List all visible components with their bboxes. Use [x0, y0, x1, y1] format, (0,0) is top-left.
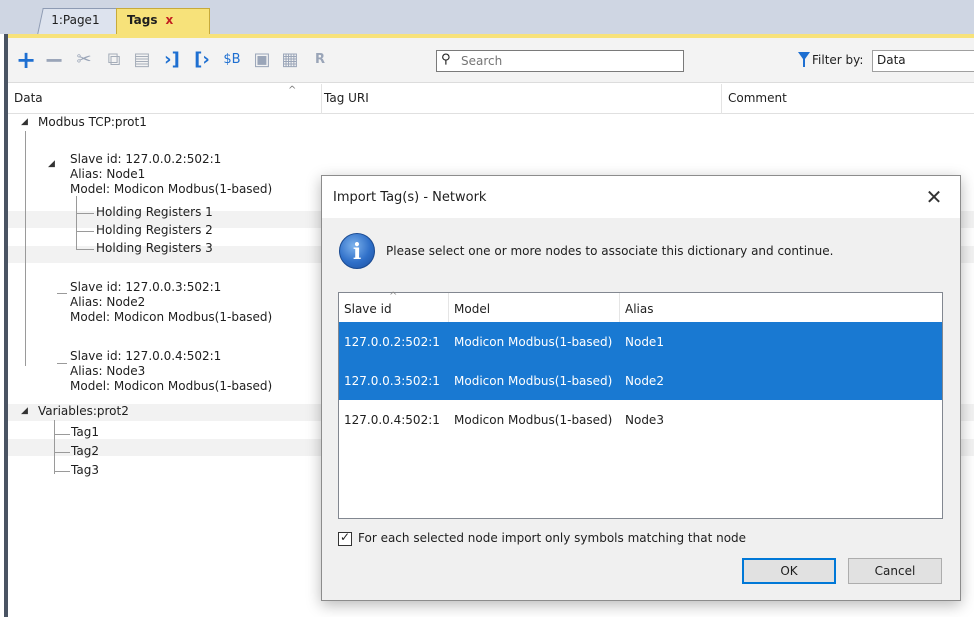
remove-icon[interactable]: − — [44, 48, 64, 72]
tree-line — [57, 293, 67, 294]
cancel-button[interactable]: Cancel — [848, 558, 942, 584]
tree-item-prot2[interactable]: Variables:prot2 — [38, 404, 129, 418]
check-icon: ✓ — [340, 530, 351, 544]
dialog-body: i Please select one or more nodes to ass… — [322, 218, 960, 600]
list-header: Slave id ^ Model Alias — [339, 291, 942, 323]
register-item[interactable]: Holding Registers 3 — [96, 241, 213, 255]
slave3-alias: Alias: Node3 — [70, 364, 146, 378]
header-alias[interactable]: Alias — [625, 302, 653, 316]
row-model: Modicon Modbus(1-based) — [454, 413, 613, 427]
search-input[interactable] — [459, 52, 679, 70]
tab-page1-label: 1:Page1 — [51, 13, 100, 27]
tab-close-icon[interactable]: x — [165, 13, 173, 27]
ok-button[interactable]: OK — [742, 558, 836, 584]
tab-strip: 1:Page1 Tags x — [0, 0, 974, 34]
column-uri[interactable]: Tag URI — [324, 91, 369, 105]
row-slave-id: 127.0.0.4:502:1 — [344, 413, 440, 427]
slave3-model: Model: Modicon Modbus(1-based) — [70, 379, 273, 393]
info-icon: i — [339, 233, 375, 269]
add-icon[interactable]: + — [16, 48, 36, 72]
header-model[interactable]: Model — [454, 302, 490, 316]
dialog-title: Import Tag(s) - Network — [333, 190, 487, 205]
row-slave-id: 127.0.0.2:502:1 — [344, 335, 440, 349]
row-alias: Node3 — [625, 413, 664, 427]
toolbar: + − ✂ ⧉ ▤ ›] [› $B ▣ ▦ R ⚲ Filter by: Da… — [8, 38, 974, 83]
tree-line — [54, 420, 55, 474]
expand-icon[interactable]: ◢ — [21, 117, 28, 127]
filter-icon — [798, 52, 810, 67]
slave2-alias: Alias: Node2 — [70, 295, 146, 309]
search-icon: ⚲ — [441, 52, 451, 67]
row-alias: Node2 — [625, 374, 664, 388]
copy-icon[interactable]: ⧉ — [104, 50, 124, 70]
column-separator[interactable] — [448, 293, 449, 323]
sort-caret-icon: ^ — [288, 85, 297, 96]
tab-tags-label: Tags — [127, 13, 158, 27]
tree-line — [54, 434, 70, 435]
rename-icon[interactable]: $B — [222, 50, 242, 70]
expand-icon[interactable]: ◢ — [48, 159, 55, 169]
row-slave-id: 127.0.0.3:502:1 — [344, 374, 440, 388]
slave1-model: Model: Modicon Modbus(1-based) — [70, 182, 273, 196]
slave3-id[interactable]: Slave id: 127.0.0.4:502:1 — [70, 349, 221, 363]
cut-icon[interactable]: ✂ — [74, 50, 94, 70]
filter-select[interactable]: Data — [872, 50, 974, 72]
row-model: Modicon Modbus(1-based) — [454, 374, 613, 388]
r-icon[interactable]: R — [310, 50, 330, 70]
group-icon[interactable]: ▦ — [280, 50, 300, 70]
dialog-message: Please select one or more nodes to assoc… — [386, 244, 834, 258]
tag-item[interactable]: Tag1 — [71, 425, 99, 439]
import-dialog: Import Tag(s) - Network ✕ i Please selec… — [321, 175, 961, 601]
paste-icon[interactable]: ▤ — [132, 50, 152, 70]
slave1-id[interactable]: Slave id: 127.0.0.2:502:1 — [70, 152, 221, 166]
checkbox-label[interactable]: For each selected node import only symbo… — [358, 531, 746, 545]
dialog-titlebar[interactable]: Import Tag(s) - Network ✕ — [322, 176, 960, 218]
tree-line — [54, 471, 70, 472]
column-separator[interactable] — [721, 84, 722, 114]
match-node-checkbox[interactable]: ✓ — [338, 530, 352, 546]
export-icon[interactable]: [› — [192, 50, 212, 70]
filter-label: Filter by: — [812, 53, 864, 67]
list-row[interactable]: 127.0.0.3:502:1 Modicon Modbus(1-based) … — [339, 361, 942, 400]
slave1-alias: Alias: Node1 — [70, 167, 146, 181]
tree-line — [57, 363, 67, 364]
column-separator[interactable] — [321, 84, 322, 114]
slave2-id[interactable]: Slave id: 127.0.0.3:502:1 — [70, 280, 221, 294]
tree-line — [25, 131, 26, 366]
tree-line — [76, 231, 94, 232]
column-header: Data ^ Tag URI Comment — [8, 84, 974, 114]
column-comment[interactable]: Comment — [728, 91, 787, 105]
tab-tags[interactable]: Tags x — [116, 8, 210, 34]
search-box[interactable]: ⚲ — [436, 50, 684, 72]
tag-icon[interactable]: ▣ — [252, 50, 272, 70]
sort-caret-icon: ^ — [389, 291, 398, 302]
row-model: Modicon Modbus(1-based) — [454, 335, 613, 349]
column-data[interactable]: Data — [14, 91, 43, 105]
node-list[interactable]: Slave id ^ Model Alias 127.0.0.2:502:1 M… — [338, 291, 943, 519]
tag-item[interactable]: Tag3 — [71, 463, 99, 477]
column-separator[interactable] — [619, 293, 620, 323]
list-row[interactable]: 127.0.0.2:502:1 Modicon Modbus(1-based) … — [339, 322, 942, 361]
slave2-model: Model: Modicon Modbus(1-based) — [70, 310, 273, 324]
register-item[interactable]: Holding Registers 2 — [96, 223, 213, 237]
tree-line — [76, 196, 77, 250]
tree-line — [76, 249, 94, 250]
close-icon[interactable]: ✕ — [924, 185, 944, 209]
tree-item-prot1[interactable]: Modbus TCP:prot1 — [38, 115, 147, 129]
tree-line — [54, 452, 70, 453]
register-item[interactable]: Holding Registers 1 — [96, 205, 213, 219]
list-row[interactable]: 127.0.0.4:502:1 Modicon Modbus(1-based) … — [339, 400, 942, 439]
row-alias: Node1 — [625, 335, 664, 349]
header-slave-id[interactable]: Slave id — [344, 302, 392, 316]
tag-item[interactable]: Tag2 — [71, 444, 99, 458]
tree-line — [76, 213, 94, 214]
expand-icon[interactable]: ◢ — [21, 406, 28, 416]
import-icon[interactable]: ›] — [162, 50, 182, 70]
